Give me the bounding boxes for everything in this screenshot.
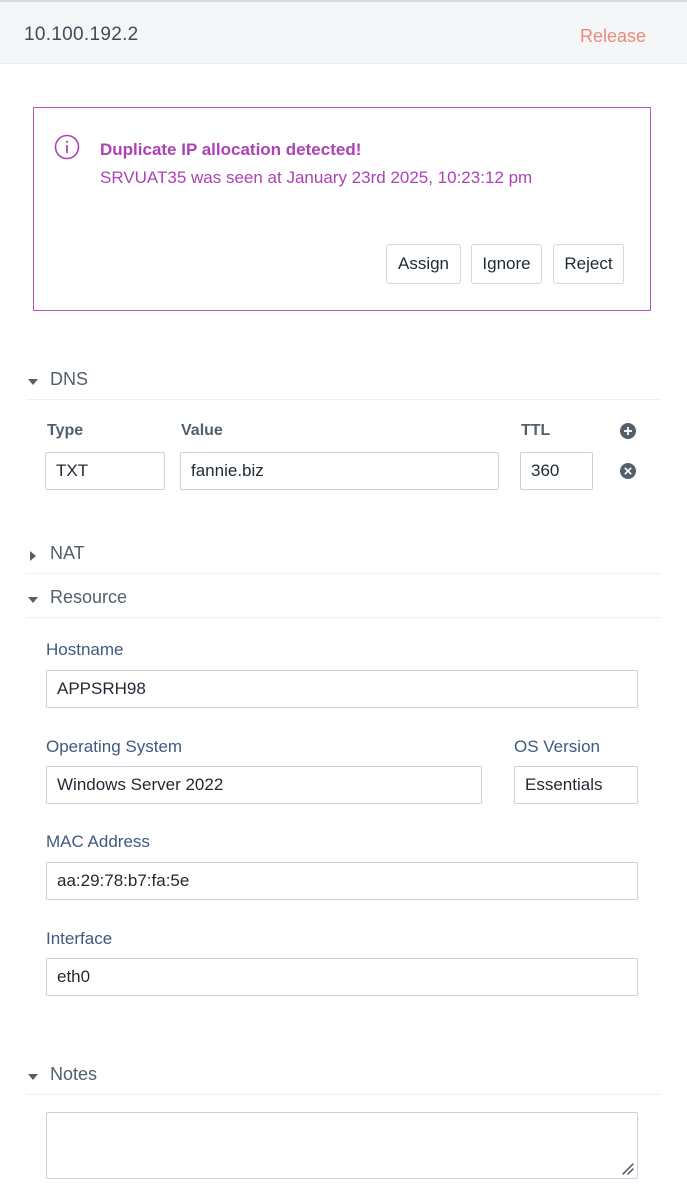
notes-section-title: Notes <box>50 1064 98 1084</box>
info-circle-icon <box>54 134 80 160</box>
nat-section-header[interactable]: NAT <box>26 540 661 574</box>
interface-input[interactable] <box>46 958 638 996</box>
caret-down-icon <box>28 1074 38 1080</box>
ignore-button[interactable]: Ignore <box>471 244 542 284</box>
ip-address-title: 10.100.192.2 <box>24 24 139 45</box>
dns-section-title: DNS <box>50 369 89 389</box>
duplicate-ip-alert: Duplicate IP allocation detected! SRVUAT… <box>33 107 651 311</box>
mac-address-label: MAC Address <box>46 832 150 851</box>
dns-section-header[interactable]: DNS <box>26 366 661 400</box>
notes-textarea[interactable] <box>46 1112 638 1179</box>
hostname-label: Hostname <box>46 640 124 659</box>
resize-handle-icon[interactable] <box>619 1160 635 1176</box>
dns-ttl-input[interactable] <box>520 452 593 490</box>
add-dns-record-icon[interactable] <box>620 423 636 439</box>
hostname-input[interactable] <box>46 670 638 708</box>
os-version-input[interactable] <box>514 766 638 804</box>
ip-header: 10.100.192.2 Release <box>0 0 687 64</box>
operating-system-input[interactable] <box>46 766 482 804</box>
dns-ttl-column-label: TTL <box>521 422 551 439</box>
dns-value-column-label: Value <box>181 422 223 439</box>
mac-address-input[interactable] <box>46 862 638 900</box>
caret-down-icon <box>28 379 38 385</box>
resource-section-title: Resource <box>50 587 128 607</box>
reject-button[interactable]: Reject <box>553 244 624 284</box>
remove-dns-record-icon[interactable] <box>620 463 636 479</box>
nat-section-title: NAT <box>50 543 85 563</box>
operating-system-label: Operating System <box>46 737 183 756</box>
interface-label: Interface <box>46 929 113 948</box>
resource-section-header[interactable]: Resource <box>26 584 661 618</box>
dns-type-column-label: Type <box>47 422 84 439</box>
notes-section-header[interactable]: Notes <box>26 1061 661 1095</box>
alert-title: Duplicate IP allocation detected! <box>100 140 362 159</box>
dns-value-input[interactable] <box>180 452 499 490</box>
dns-type-input[interactable] <box>45 452 165 490</box>
caret-down-icon <box>28 597 38 603</box>
os-version-label: OS Version <box>514 737 600 756</box>
caret-right-icon <box>30 551 36 561</box>
assign-button[interactable]: Assign <box>386 244 461 284</box>
alert-message: SRVUAT35 was seen at January 23rd 2025, … <box>100 168 533 187</box>
release-button[interactable]: Release <box>580 26 646 47</box>
